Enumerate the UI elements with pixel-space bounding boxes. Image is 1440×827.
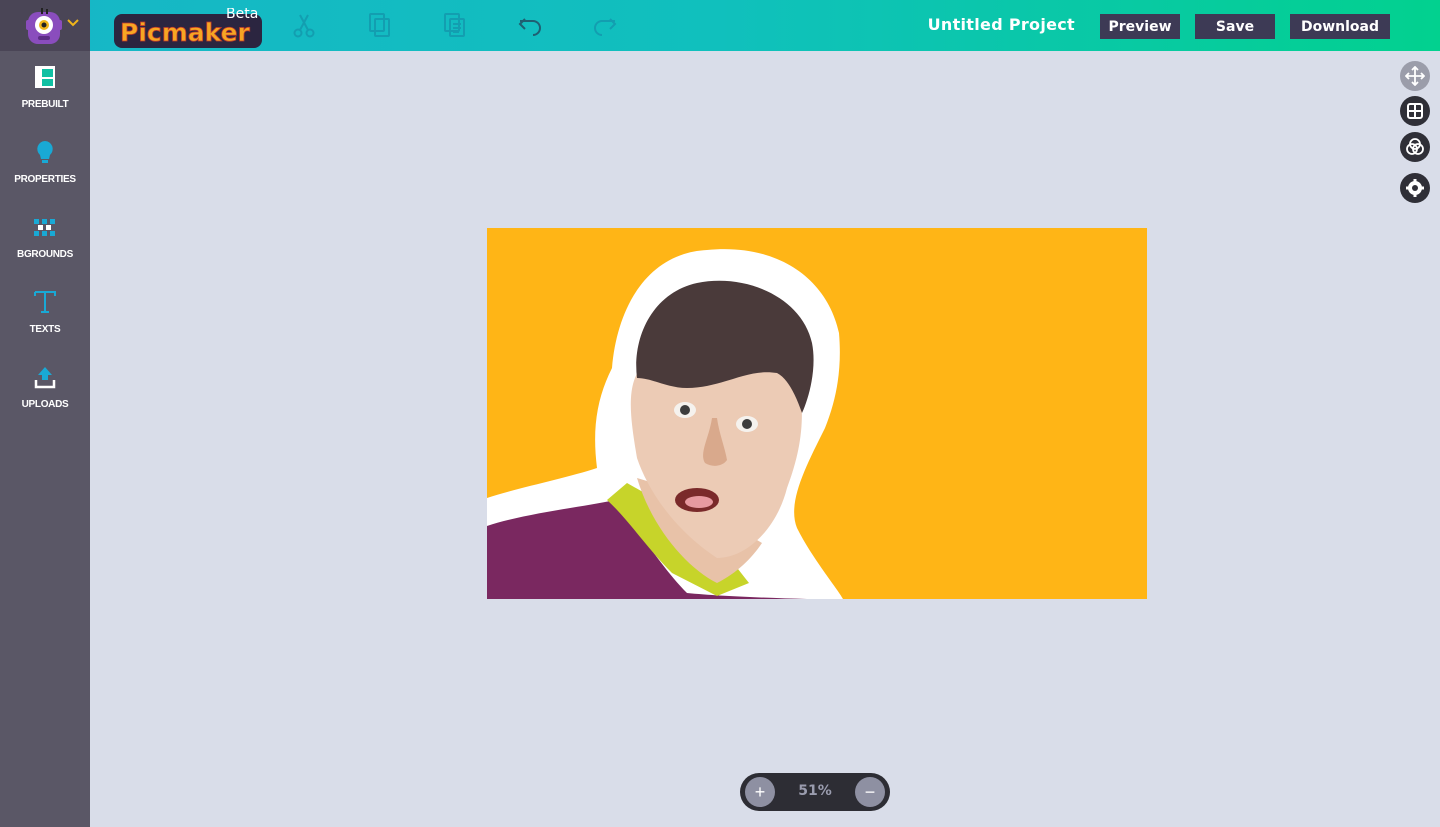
copy-icon[interactable] — [366, 11, 394, 39]
grid-icon[interactable] — [1400, 96, 1430, 126]
paste-icon[interactable] — [441, 11, 469, 39]
project-title[interactable]: Untitled Project — [928, 15, 1075, 34]
download-button[interactable]: Download — [1290, 14, 1390, 39]
color-blend-icon[interactable] — [1400, 132, 1430, 162]
bulb-icon — [37, 141, 53, 163]
sidebar-item-label: PREBUILT — [21, 99, 69, 110]
logo-text: Picmaker — [120, 18, 251, 47]
beta-badge: Beta — [226, 8, 258, 22]
layout-icon — [35, 66, 55, 88]
sidebar-item-label: UPLOADS — [21, 399, 69, 410]
sidebar-item-bgrounds[interactable]: BGROUNDS — [0, 206, 90, 281]
pattern-icon — [34, 219, 55, 236]
top-bar: Picmaker Beta Untitled Project Preview S… — [0, 0, 1440, 51]
sidebar-item-prebuilt[interactable]: PREBUILT — [0, 56, 90, 131]
move-icon[interactable] — [1400, 61, 1430, 91]
upload-icon — [34, 367, 56, 389]
zoom-in-button[interactable]: + — [745, 777, 775, 807]
chevron-down-icon — [67, 17, 79, 32]
zoom-out-button[interactable]: − — [855, 777, 885, 807]
sidebar-item-label: TEXTS — [29, 324, 61, 335]
sidebar-item-label: BGROUNDS — [17, 249, 73, 260]
canvas-artboard[interactable] — [487, 228, 1147, 599]
picmaker-logo: Picmaker Beta — [114, 6, 264, 50]
cut-icon[interactable] — [290, 11, 318, 39]
sidebar-item-uploads[interactable]: UPLOADS — [0, 356, 90, 431]
sidebar-item-texts[interactable]: TEXTS — [0, 281, 90, 356]
redo-icon[interactable] — [591, 11, 619, 39]
zoom-control: + 51% − — [740, 773, 890, 811]
preview-button[interactable]: Preview — [1100, 14, 1180, 39]
avatar — [26, 7, 62, 44]
sidebar: PREBUILT PROPERTIES BGROUNDS TEXTS UPLOA… — [0, 51, 90, 827]
zoom-level: 51% — [798, 783, 832, 799]
person-photo[interactable] — [487, 228, 1147, 599]
user-menu[interactable] — [0, 0, 90, 51]
settings-icon[interactable] — [1400, 173, 1430, 203]
sidebar-item-properties[interactable]: PROPERTIES — [0, 131, 90, 206]
sidebar-item-label: PROPERTIES — [14, 174, 76, 185]
save-button[interactable]: Save — [1195, 14, 1275, 39]
undo-icon[interactable] — [516, 11, 544, 39]
text-icon — [34, 291, 56, 313]
